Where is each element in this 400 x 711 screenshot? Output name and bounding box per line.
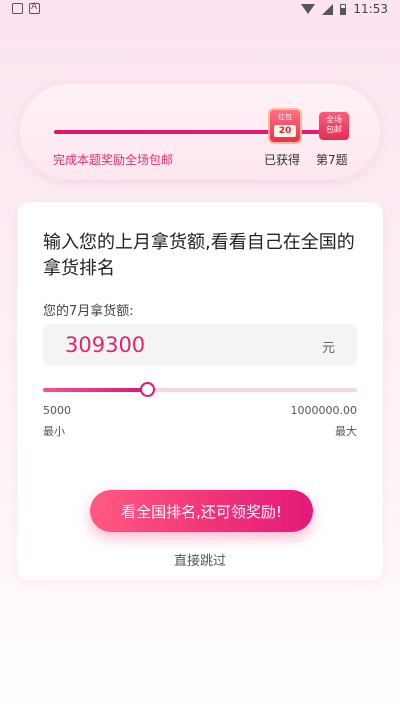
notification-icon [12, 3, 23, 14]
notification-a-icon [29, 2, 40, 14]
slider-min-label: 最小 [43, 425, 65, 438]
wifi-icon [301, 4, 316, 14]
clock: 11:53 [353, 2, 388, 16]
free-shipping-line2: 包邮 [326, 125, 342, 134]
obtained-label: 已获得 [264, 153, 301, 167]
view-ranking-button[interactable]: 看全国排名,还可领奖励! [90, 490, 313, 532]
status-bar: 11:53 [0, 0, 400, 20]
question-card: 输入您的上月拿货额,看看自己在全国的拿货排名 您的7月拿货额: 309300 元… [17, 202, 383, 580]
amount-input[interactable]: 309300 元 [43, 324, 357, 366]
question-number-label: 第7题 [316, 153, 348, 167]
red-packet-label: 红包 [278, 113, 292, 121]
notification-icons [12, 2, 40, 14]
battery-icon [340, 3, 347, 15]
slider-fill [43, 388, 147, 392]
free-shipping-line1: 全场 [326, 115, 342, 124]
red-packet-icon: 红包 20 [270, 110, 300, 142]
red-packet-amount: 20 [274, 125, 296, 137]
amount-slider[interactable] [43, 382, 357, 397]
signal-icon [322, 3, 334, 15]
amount-value: 309300 [65, 333, 146, 357]
slider-max-value: 1000000.00 [290, 404, 357, 417]
slider-min-value: 5000 [43, 404, 71, 417]
slider-handle[interactable] [139, 382, 155, 397]
progress-caption: 完成本题奖励全场包邮 [53, 153, 174, 167]
reward-progress-card: 红包 20 全场 包邮 完成本题奖励全场包邮 已获得 第7题 [20, 84, 380, 180]
system-icons: 11:53 [301, 2, 388, 16]
slider-max-label: 最大 [335, 425, 357, 438]
question-title: 输入您的上月拿货额,看看自己在全国的拿货排名 [43, 232, 355, 279]
free-shipping-icon: 全场 包邮 [319, 112, 349, 140]
amount-unit: 元 [321, 341, 335, 356]
skip-link[interactable]: 直接跳过 [17, 550, 383, 569]
amount-field-label: 您的7月拿货额: [43, 304, 134, 319]
